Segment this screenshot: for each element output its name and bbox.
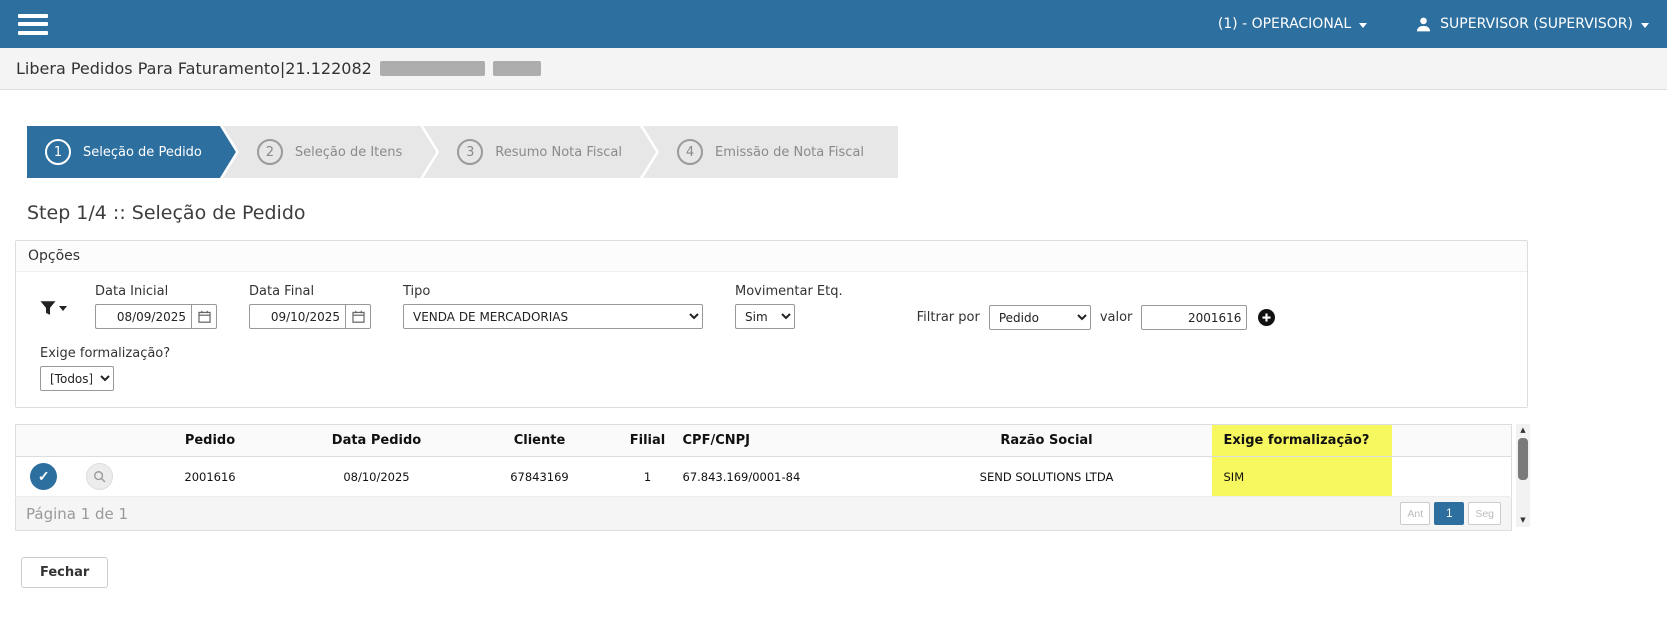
data-final-field: Data Final: [249, 284, 371, 329]
options-panel: Opções Data Inicial Dat: [15, 240, 1528, 408]
page-title: Libera Pedidos Para Faturamento|21.12208…: [16, 59, 372, 78]
step-number: 2: [257, 139, 283, 165]
scrollbar-thumb[interactable]: [1518, 438, 1528, 480]
calendar-icon[interactable]: [345, 304, 371, 329]
vertical-scrollbar[interactable]: ▲ ▼: [1516, 424, 1530, 527]
context-dropdown-label: (1) - OPERACIONAL: [1218, 16, 1351, 32]
main-content: 1 Seleção de Pedido 2 Seleção de Itens 3…: [0, 90, 1543, 588]
data-inicial-label: Data Inicial: [95, 284, 217, 299]
cell-data-pedido: 08/10/2025: [293, 457, 461, 497]
column-header-filial: Filial: [619, 425, 677, 457]
column-header-spacer: [1392, 425, 1512, 457]
step-label: Seleção de Itens: [295, 145, 402, 160]
column-header-pedido: Pedido: [128, 425, 293, 457]
data-final-label: Data Final: [249, 284, 371, 299]
select-column-header: [16, 425, 72, 457]
redacted-text: [380, 61, 485, 76]
valor-label: valor: [1100, 310, 1133, 325]
step-number: 1: [45, 139, 71, 165]
cell-pedido: 2001616: [128, 457, 293, 497]
wizard-step-2[interactable]: 2 Seleção de Itens: [223, 126, 436, 178]
tipo-field: Tipo VENDA DE MERCADORIAS: [403, 284, 703, 329]
scroll-up-icon[interactable]: ▲: [1520, 424, 1525, 437]
wizard-steps: 1 Seleção de Pedido 2 Seleção de Itens 3…: [27, 126, 1543, 178]
user-icon: [1415, 16, 1432, 33]
top-navbar: (1) - OPERACIONAL SUPERVISOR (SUPERVISOR…: [0, 0, 1667, 48]
table-header-row: Pedido Data Pedido Cliente Filial CPF/CN…: [16, 425, 1512, 457]
row-selected-check-icon[interactable]: ✓: [30, 463, 57, 490]
step-label: Emissão de Nota Fiscal: [715, 145, 864, 160]
wizard-step-1[interactable]: 1 Seleção de Pedido: [27, 126, 236, 178]
orders-table: Pedido Data Pedido Cliente Filial CPF/CN…: [15, 424, 1512, 497]
filtrar-por-select[interactable]: Pedido: [989, 305, 1091, 330]
step-number: 4: [677, 139, 703, 165]
exige-formalizacao-select[interactable]: [Todos]: [40, 366, 114, 391]
cell-filial: 1: [619, 457, 677, 497]
chevron-down-icon: [59, 306, 67, 311]
options-panel-title: Opções: [16, 241, 1527, 272]
pagination: Ant 1 Seg: [1400, 502, 1501, 525]
step-label: Resumo Nota Fiscal: [495, 145, 622, 160]
chevron-down-icon: [1359, 23, 1367, 28]
column-header-data-pedido: Data Pedido: [293, 425, 461, 457]
column-header-razao-social: Razão Social: [882, 425, 1212, 457]
step-heading: Step 1/4 :: Seleção de Pedido: [27, 202, 1543, 224]
step-label: Seleção de Pedido: [83, 145, 202, 160]
column-header-exige-formalizacao: Exige formalização?: [1212, 425, 1392, 457]
valor-input[interactable]: [1141, 305, 1247, 330]
redacted-text: [493, 61, 541, 76]
wizard-step-4[interactable]: 4 Emissão de Nota Fiscal: [643, 126, 898, 178]
data-inicial-field: Data Inicial: [95, 284, 217, 329]
movimentar-field: Movimentar Etq. Sim: [735, 284, 843, 329]
exige-formalizacao-field: Exige formalização? [Todos]: [40, 346, 1481, 391]
context-dropdown[interactable]: (1) - OPERACIONAL: [1218, 16, 1367, 32]
scroll-down-icon[interactable]: ▼: [1520, 514, 1525, 527]
filter-funnel-icon[interactable]: [40, 300, 67, 316]
close-button[interactable]: Fechar: [21, 557, 108, 588]
page-title-bar: Libera Pedidos Para Faturamento|21.12208…: [0, 48, 1667, 90]
tipo-label: Tipo: [403, 284, 703, 299]
cell-spacer: [1392, 457, 1512, 497]
chevron-down-icon: [1641, 23, 1649, 28]
view-column-header: [72, 425, 128, 457]
page-info: Página 1 de 1: [26, 505, 128, 523]
plus-circle-icon[interactable]: [1258, 309, 1275, 326]
tipo-select[interactable]: VENDA DE MERCADORIAS: [403, 304, 703, 329]
movimentar-select[interactable]: Sim: [735, 304, 795, 329]
results-grid: Pedido Data Pedido Cliente Filial CPF/CN…: [15, 424, 1512, 531]
row-magnifier-icon[interactable]: [86, 463, 113, 490]
movimentar-label: Movimentar Etq.: [735, 284, 843, 299]
step-number: 3: [457, 139, 483, 165]
cell-cliente: 67843169: [461, 457, 619, 497]
filtrar-por-group: Filtrar por Pedido valor: [917, 305, 1276, 330]
cell-exige-formalizacao: SIM: [1212, 457, 1392, 497]
menu-icon[interactable]: [18, 14, 48, 35]
pagination-prev-button[interactable]: Ant: [1400, 502, 1430, 525]
column-header-cpf-cnpj: CPF/CNPJ: [677, 425, 882, 457]
filtrar-por-label: Filtrar por: [917, 310, 980, 325]
user-dropdown-label: SUPERVISOR (SUPERVISOR): [1440, 16, 1633, 32]
user-dropdown[interactable]: SUPERVISOR (SUPERVISOR): [1415, 16, 1649, 33]
cell-cpf-cnpj: 67.843.169/0001-84: [677, 457, 882, 497]
cell-razao-social: SEND SOLUTIONS LTDA: [882, 457, 1212, 497]
data-inicial-input[interactable]: [95, 304, 191, 329]
pagination-page-1-button[interactable]: 1: [1434, 502, 1464, 525]
data-final-input[interactable]: [249, 304, 345, 329]
pagination-next-button[interactable]: Seg: [1468, 502, 1501, 525]
exige-formalizacao-label: Exige formalização?: [40, 346, 1481, 361]
calendar-icon[interactable]: [191, 304, 217, 329]
wizard-step-3[interactable]: 3 Resumo Nota Fiscal: [423, 126, 656, 178]
grid-footer: Página 1 de 1 Ant 1 Seg: [15, 497, 1512, 531]
column-header-cliente: Cliente: [461, 425, 619, 457]
table-row[interactable]: ✓ 2001616 08/10/2025 67843169 1 67.843.1…: [16, 457, 1512, 497]
